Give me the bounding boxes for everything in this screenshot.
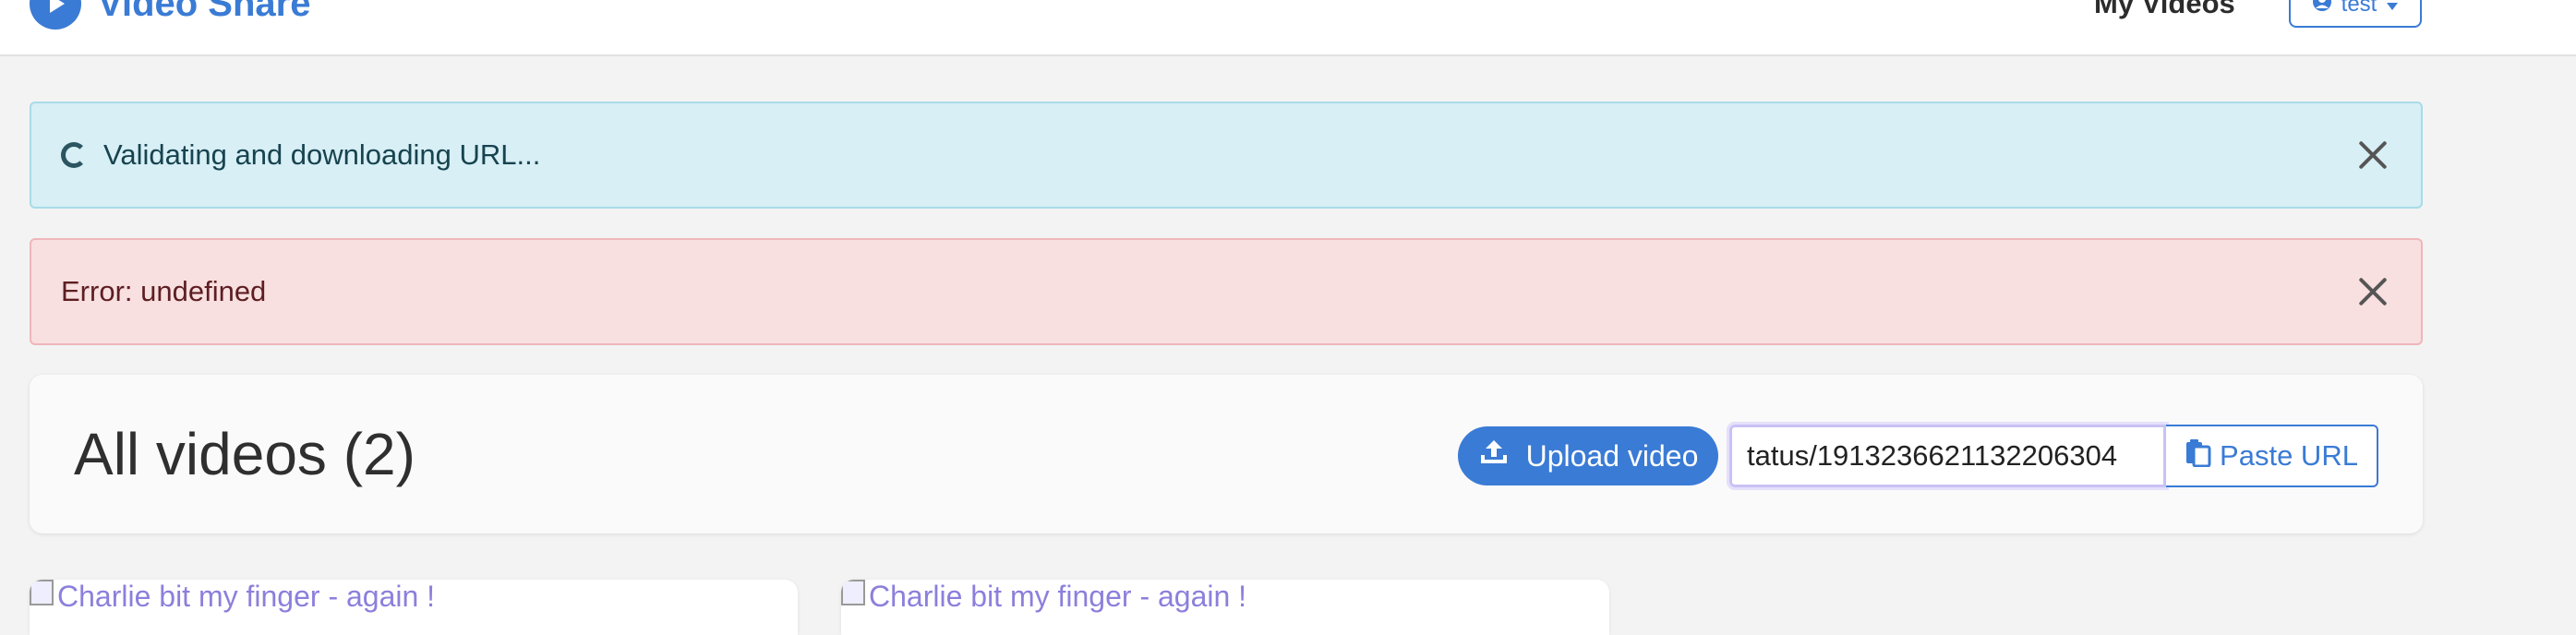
- spinner-icon: [61, 142, 87, 168]
- caret-down-icon: [2386, 0, 2399, 18]
- video-card[interactable]: Charlie bit my finger - again !: [841, 580, 1609, 635]
- video-thumbnail[interactable]: Charlie bit my finger - again !: [30, 580, 435, 614]
- error-alert-text: Error: undefined: [61, 275, 267, 307]
- nav-my-videos[interactable]: My Videos: [2094, 0, 2235, 20]
- video-thumbnail[interactable]: Charlie bit my finger - again !: [841, 580, 1246, 614]
- video-card[interactable]: Charlie bit my finger - again !: [30, 580, 798, 635]
- paste-url-button[interactable]: Paste URL: [2166, 425, 2378, 487]
- url-input-group: Paste URL: [1727, 422, 2378, 490]
- broken-image-icon: [30, 580, 54, 605]
- brand-link[interactable]: Video Share: [30, 0, 310, 31]
- video-thumbnail-alt: Charlie bit my finger - again !: [57, 580, 436, 613]
- play-icon: [30, 0, 81, 30]
- close-error-alert-button[interactable]: [2353, 271, 2393, 312]
- user-circle-icon: [2312, 0, 2332, 18]
- info-alert: Validating and downloading URL...: [30, 102, 2423, 209]
- info-alert-text: Validating and downloading URL...: [103, 138, 541, 171]
- upload-video-button[interactable]: Upload video: [1458, 426, 1718, 485]
- paste-url-label: Paste URL: [2220, 439, 2358, 472]
- error-alert: Error: undefined: [30, 238, 2423, 345]
- brand-name: Video Share: [98, 0, 311, 24]
- upload-video-label: Upload video: [1525, 438, 1699, 473]
- page-title: All videos (2): [74, 421, 415, 487]
- videos-header: All videos (2) Upload video Paste URL: [30, 375, 2423, 533]
- clipboard-icon: [2185, 437, 2212, 474]
- upload-icon: [1478, 438, 1510, 473]
- user-name: test: [2341, 0, 2377, 17]
- navbar: Video Share My Videos test: [0, 0, 2576, 56]
- video-url-input[interactable]: [1727, 422, 2169, 490]
- video-thumbnail-alt: Charlie bit my finger - again !: [869, 580, 1247, 613]
- broken-image-icon: [841, 580, 865, 605]
- user-menu-button[interactable]: test: [2289, 0, 2422, 28]
- close-info-alert-button[interactable]: [2353, 135, 2393, 175]
